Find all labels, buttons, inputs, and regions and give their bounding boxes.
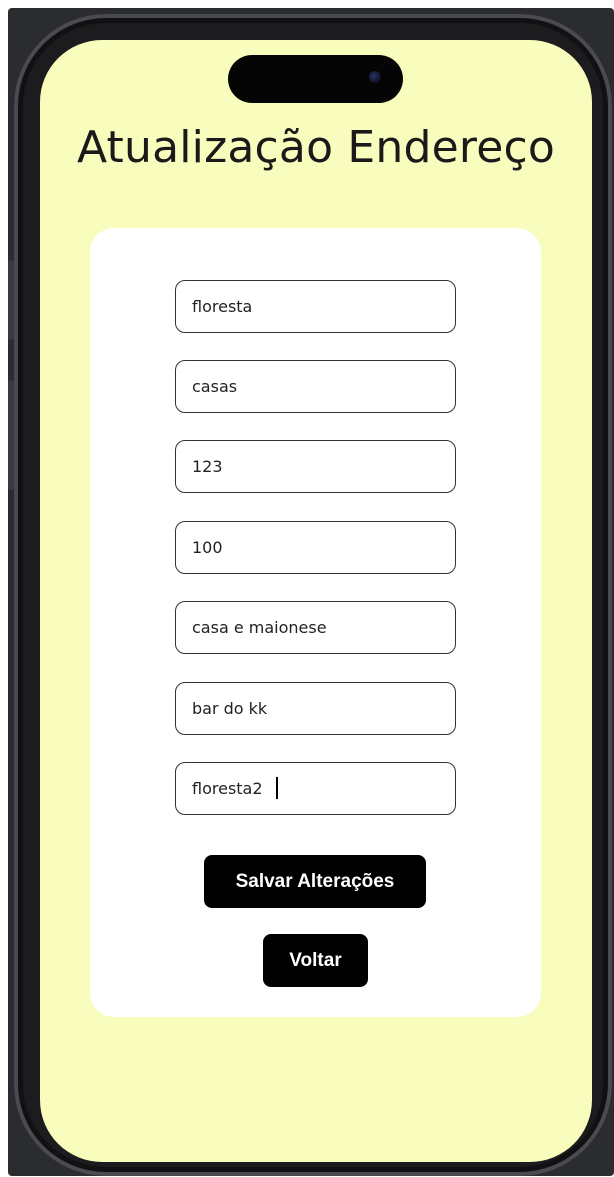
address-field-1[interactable] <box>175 280 456 333</box>
phone-side-button <box>8 260 14 340</box>
phone-screen: Atualização Endereço Salvar Alterações V… <box>40 40 592 1162</box>
address-field-5[interactable] <box>175 601 456 654</box>
address-field-2[interactable] <box>175 360 456 413</box>
page: Atualização Endereço Salvar Alterações V… <box>0 0 614 1177</box>
address-field-6[interactable] <box>175 682 456 735</box>
address-field-3[interactable] <box>175 440 456 493</box>
dynamic-island <box>228 55 403 103</box>
save-changes-button[interactable]: Salvar Alterações <box>204 855 426 908</box>
phone-side-button <box>8 380 14 490</box>
address-field-4[interactable] <box>175 521 456 574</box>
page-title: Atualização Endereço <box>77 122 555 173</box>
address-field-7[interactable] <box>175 762 456 815</box>
back-button[interactable]: Voltar <box>263 934 368 987</box>
address-form-card: Salvar Alterações Voltar <box>90 228 541 1017</box>
text-cursor <box>276 777 278 799</box>
camera-icon <box>369 71 381 83</box>
